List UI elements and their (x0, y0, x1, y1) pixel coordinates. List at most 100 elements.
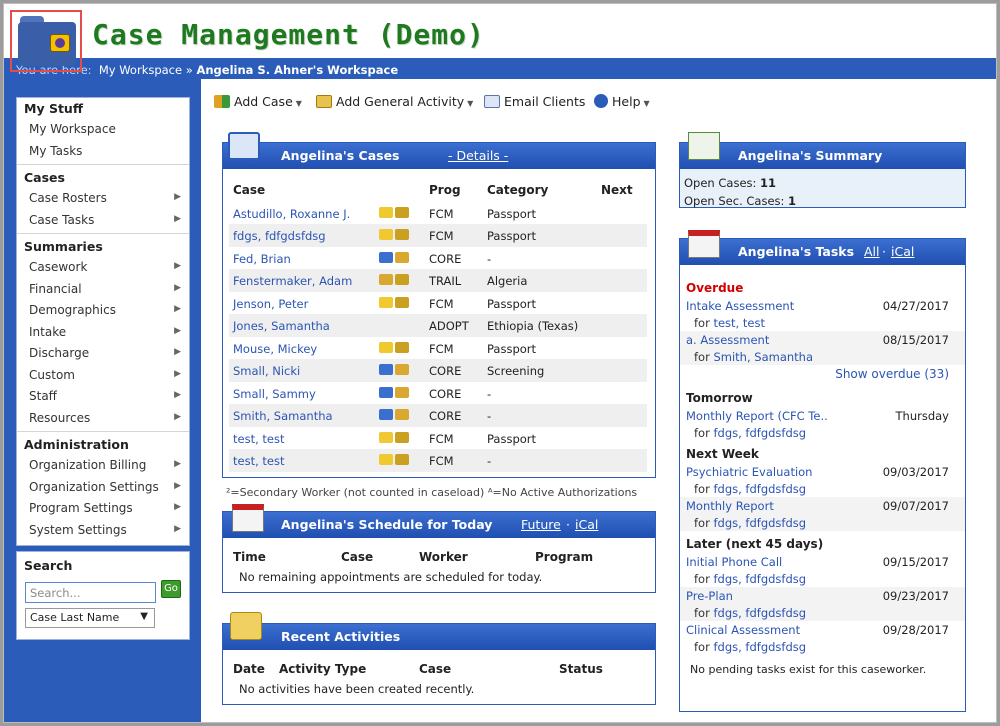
show-overdue-link[interactable]: Show overdue (33) (835, 367, 949, 381)
sidebar-item-my-tasks[interactable]: My Tasks (17, 141, 189, 163)
table-row[interactable]: Jenson, Peter FCM Passport (229, 292, 647, 315)
task-client-link[interactable]: fdgs, fdfgdsfdsg (713, 482, 806, 496)
folder-icon (395, 364, 409, 375)
tasks-body: Overdue Intake Assessment 04/27/2017 for t… (680, 275, 965, 676)
task-link[interactable]: Monthly Report (CFC Te.. (686, 409, 828, 423)
table-row[interactable]: Small, Nicki CORE Screening (229, 359, 647, 382)
task-link[interactable]: Pre-Plan (686, 589, 733, 603)
table-row[interactable]: Smith, Samantha CORE - (229, 404, 647, 427)
app-logo-icon[interactable] (10, 10, 82, 72)
email-clients-button[interactable]: Email Clients (484, 94, 585, 109)
column-header-case: Case (341, 550, 374, 564)
sidebar-item-casework[interactable]: Casework ▶ (17, 257, 189, 279)
summary-body: Open Cases: 11 Open Sec. Cases: 1 (680, 172, 796, 208)
tasks-all-link[interactable]: All (864, 244, 880, 259)
sidebar-item-label: System Settings (29, 522, 127, 537)
task-link[interactable]: a. Assessment (686, 333, 769, 347)
overdue-task-list: Intake Assessment 04/27/2017 for test, tes… (680, 297, 965, 365)
sidebar-item-case-rosters[interactable]: Case Rosters ▶ (17, 188, 189, 210)
task-client-link[interactable]: Smith, Samantha (713, 350, 813, 364)
chevron-right-icon: ▶ (174, 192, 181, 202)
tasks-ical-link[interactable]: iCal (891, 244, 914, 259)
open-sec-cases-row: Open Sec. Cases: 1 (680, 190, 796, 208)
column-header-category: Category (487, 183, 549, 197)
sidebar-item-label: Custom (29, 367, 75, 382)
task-client-link[interactable]: test, test (713, 316, 764, 330)
case-name-link[interactable]: test, test (233, 454, 284, 468)
sidebar-item-intake[interactable]: Intake ▶ (17, 322, 189, 344)
task-client-link[interactable]: fdgs, fdfgdsfdsg (713, 640, 806, 654)
schedule-future-link[interactable]: Future (521, 517, 561, 532)
table-row[interactable]: test, test FCM - (229, 449, 647, 472)
chevron-right-icon: ▶ (174, 502, 181, 512)
sidebar-item-resources[interactable]: Resources ▶ (17, 408, 189, 430)
schedule-table: Time Case Worker Program No remaining ap… (229, 546, 647, 591)
chevron-right-icon: ▶ (174, 282, 181, 293)
task-item: Monthly Report 09/07/2017 for fdgs, fdfgds… (680, 497, 965, 531)
activities-empty-message: No activities have been created recently… (239, 681, 475, 696)
table-row[interactable]: Small, Sammy CORE - (229, 382, 647, 405)
case-name-link[interactable]: Fenstermaker, Adam (233, 274, 352, 288)
activities-table-header: Date Activity Type Case Status (229, 658, 647, 681)
person-icon (379, 206, 393, 218)
help-button[interactable]: Help ▼ (594, 94, 650, 109)
case-name-link[interactable]: Small, Sammy (233, 387, 316, 401)
table-row[interactable]: fdgs, fdfgdsfdsg FCM Passport (229, 224, 647, 247)
task-client: for fdgs, fdfgdsfdsg (694, 482, 806, 496)
table-row[interactable]: test, test FCM Passport (229, 427, 647, 450)
task-item: Pre-Plan 09/23/2017 for fdgs, fdfgdsfdsg (680, 587, 965, 621)
table-row[interactable]: Fenstermaker, Adam TRAIL Algeria (229, 269, 647, 292)
search-go-button[interactable]: Go (161, 580, 181, 598)
sidebar-item-label: Intake (29, 324, 67, 339)
task-link[interactable]: Clinical Assessment (686, 623, 800, 637)
search-input[interactable]: Search... (25, 582, 156, 603)
sidebar-item-discharge[interactable]: Discharge ▶ (17, 343, 189, 365)
case-name-link[interactable]: Mouse, Mickey (233, 342, 317, 356)
add-case-button[interactable]: Add Case ▼ (214, 94, 302, 109)
add-general-activity-button[interactable]: Add General Activity ▼ (316, 94, 473, 109)
sidebar-item-staff[interactable]: Staff ▶ (17, 386, 189, 408)
sidebar-item-label: Casework (29, 260, 88, 274)
table-row[interactable]: Fed, Brian CORE - (229, 247, 647, 270)
table-row[interactable]: Astudillo, Roxanne J. FCM Passport (229, 202, 647, 225)
case-name-link[interactable]: Jones, Samantha (233, 319, 330, 333)
case-name-link[interactable]: Smith, Samantha (233, 409, 333, 423)
sidebar-item-program-settings[interactable]: Program Settings ▶ (17, 498, 189, 520)
sidebar-item-demographics[interactable]: Demographics ▶ (17, 300, 189, 322)
sidebar-item-my-workspace[interactable]: My Workspace (17, 119, 189, 141)
sidebar-item-organization-billing[interactable]: Organization Billing ▶ (17, 455, 189, 477)
case-program: FCM (429, 454, 454, 468)
case-program: CORE (429, 386, 462, 401)
schedule-ical-link[interactable]: iCal (575, 517, 598, 532)
task-client-link[interactable]: fdgs, fdfgdsfdsg (713, 516, 806, 530)
case-name-link[interactable]: Astudillo, Roxanne J. (233, 207, 350, 221)
table-row[interactable]: Mouse, Mickey FCM Passport (229, 337, 647, 360)
case-name-link[interactable]: fdgs, fdfgdsfdsg (233, 229, 326, 243)
breadcrumb-my-workspace[interactable]: My Workspace (99, 63, 182, 77)
sidebar-item-custom[interactable]: Custom ▶ (17, 365, 189, 387)
sidebar-item-financial[interactable]: Financial ▶ (17, 279, 189, 301)
case-name-link[interactable]: Fed, Brian (233, 252, 291, 266)
link-separator: · (882, 244, 886, 259)
task-link[interactable]: Monthly Report (686, 499, 774, 513)
search-field-select[interactable]: Case Last Name ▼ (25, 608, 155, 628)
task-link[interactable]: Psychiatric Evaluation (686, 465, 812, 479)
task-client-link[interactable]: fdgs, fdfgdsfdsg (713, 572, 806, 586)
sidebar-item-organization-settings[interactable]: Organization Settings ▶ (17, 477, 189, 499)
sidebar-item-case-tasks[interactable]: Case Tasks ▶ (17, 210, 189, 232)
task-link[interactable]: Intake Assessment (686, 299, 794, 313)
task-link[interactable]: Initial Phone Call (686, 555, 782, 569)
table-row[interactable]: Jones, Samantha ADOPT Ethiopia (Texas) (229, 314, 647, 337)
sidebar-item-system-settings[interactable]: System Settings ▶ (17, 520, 189, 542)
help-label: Help (612, 94, 641, 109)
task-client-link[interactable]: fdgs, fdfgdsfdsg (713, 606, 806, 620)
case-name-link[interactable]: Jenson, Peter (233, 297, 308, 311)
person-icon (379, 431, 393, 443)
chevron-down-icon: ▼ (643, 99, 650, 108)
cases-details-link[interactable]: - Details - (448, 148, 508, 163)
case-name-link[interactable]: Small, Nicki (233, 364, 300, 378)
case-program: FCM (429, 431, 454, 446)
case-category: - (487, 454, 492, 468)
task-client-link[interactable]: fdgs, fdfgdsfdsg (713, 426, 806, 440)
case-name-link[interactable]: test, test (233, 432, 284, 446)
